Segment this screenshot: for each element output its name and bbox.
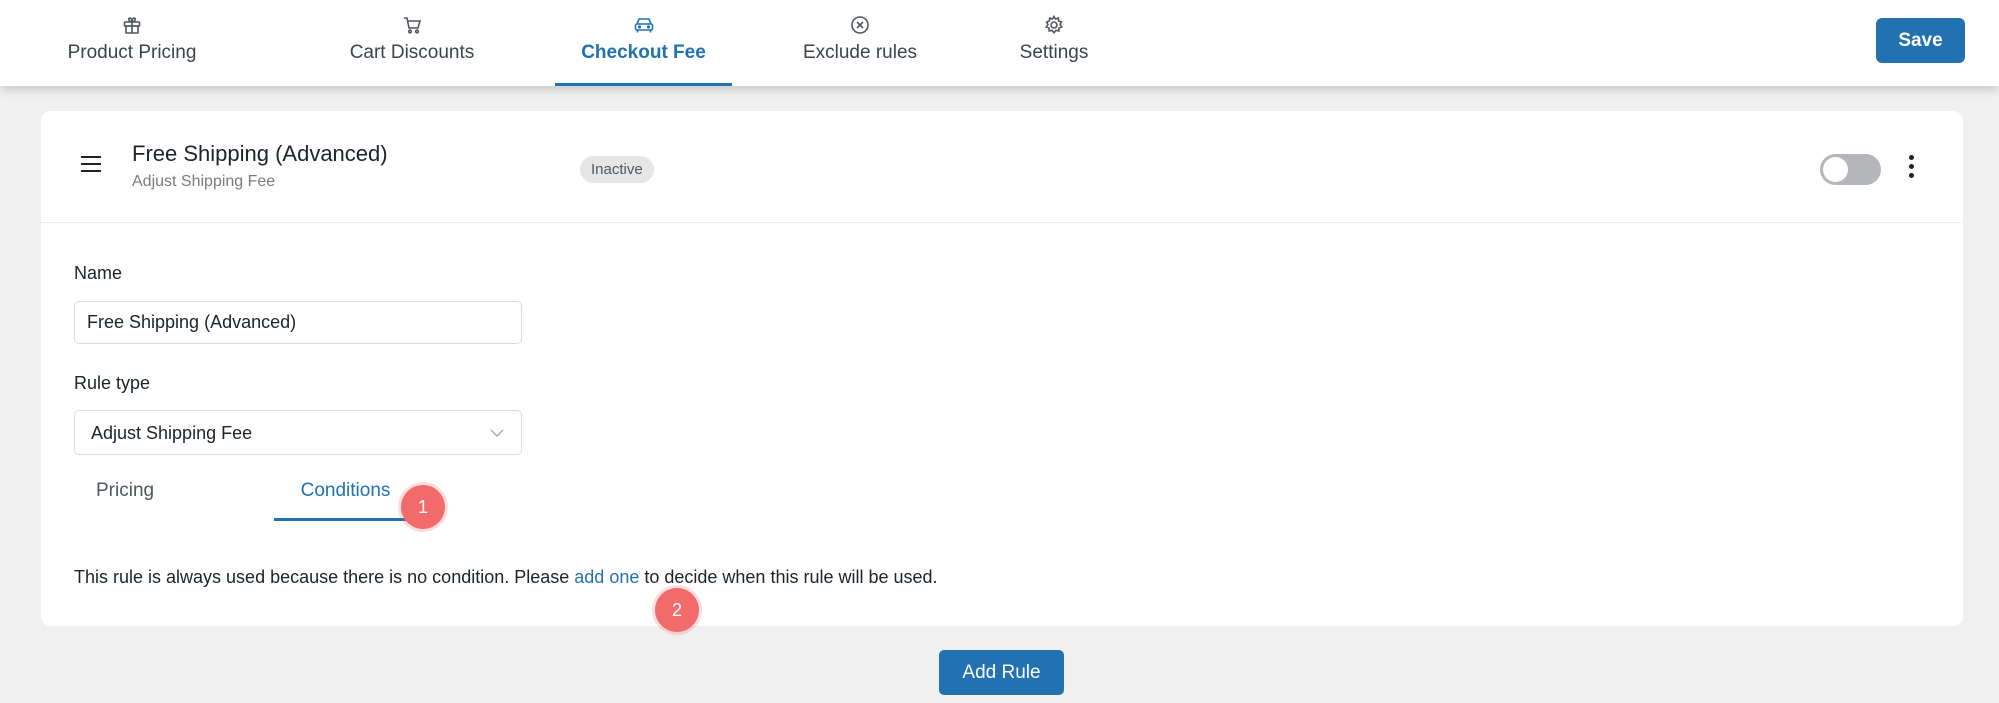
rule-title: Free Shipping (Advanced) — [132, 141, 388, 166]
rule-subtitle: Adjust Shipping Fee — [132, 173, 276, 190]
tab-label: Settings — [1019, 42, 1089, 63]
tab-label: Exclude rules — [802, 42, 918, 63]
rule-card-header[interactable]: Free Shipping (Advanced) Adjust Shipping… — [41, 111, 1963, 223]
chevron-down-icon — [489, 425, 505, 446]
tab-label: Product Pricing — [67, 42, 197, 63]
more-options-icon[interactable] — [1903, 151, 1919, 185]
add-rule-button[interactable]: Add Rule — [939, 650, 1064, 695]
tab-label: Pricing — [96, 480, 155, 501]
add-condition-link[interactable]: add one — [574, 567, 639, 587]
tab-label: Cart Discounts — [349, 42, 475, 63]
gear-icon — [1044, 14, 1064, 36]
drag-handle-icon[interactable] — [80, 155, 102, 178]
top-nav: Product Pricing Cart Discounts Checkout … — [0, 0, 1999, 86]
rule-type-select[interactable]: Adjust Shipping Fee — [74, 410, 522, 455]
tab-cart-discounts[interactable]: Cart Discounts — [344, 0, 480, 86]
save-button[interactable]: Save — [1876, 18, 1965, 63]
step-marker-1: 1 — [401, 485, 445, 529]
tab-conditions[interactable]: Conditions — [274, 480, 417, 521]
toggle-knob — [1823, 157, 1848, 182]
rule-card: Free Shipping (Advanced) Adjust Shipping… — [41, 111, 1963, 632]
condition-message-text: to decide when this rule will be used. — [639, 567, 938, 587]
active-tab-underline — [274, 518, 417, 521]
tab-pricing[interactable]: Pricing — [96, 480, 154, 521]
rule-type-value: Adjust Shipping Fee — [91, 423, 253, 443]
name-input[interactable] — [74, 301, 522, 344]
tab-label: Conditions — [300, 480, 391, 501]
rule-enable-toggle[interactable] — [1820, 154, 1881, 185]
name-label: Name — [74, 263, 123, 283]
active-tab-underline — [555, 83, 732, 86]
status-badge: Inactive — [580, 156, 654, 183]
tab-product-pricing[interactable]: Product Pricing — [61, 0, 203, 86]
gift-icon — [122, 14, 142, 36]
condition-message: This rule is always used because there i… — [74, 567, 938, 588]
step-marker-2: 2 — [655, 588, 699, 632]
tab-checkout-fee[interactable]: Checkout Fee — [555, 0, 732, 86]
car-icon — [633, 14, 655, 36]
tab-settings[interactable]: Settings — [1016, 0, 1092, 86]
condition-message-text: This rule is always used because there i… — [74, 567, 575, 587]
cart-icon — [402, 14, 422, 36]
rule-type-label: Rule type — [74, 373, 151, 393]
circle-x-icon — [850, 14, 870, 36]
tab-label: Checkout Fee — [581, 42, 706, 63]
tab-exclude-rules[interactable]: Exclude rules — [797, 0, 923, 86]
